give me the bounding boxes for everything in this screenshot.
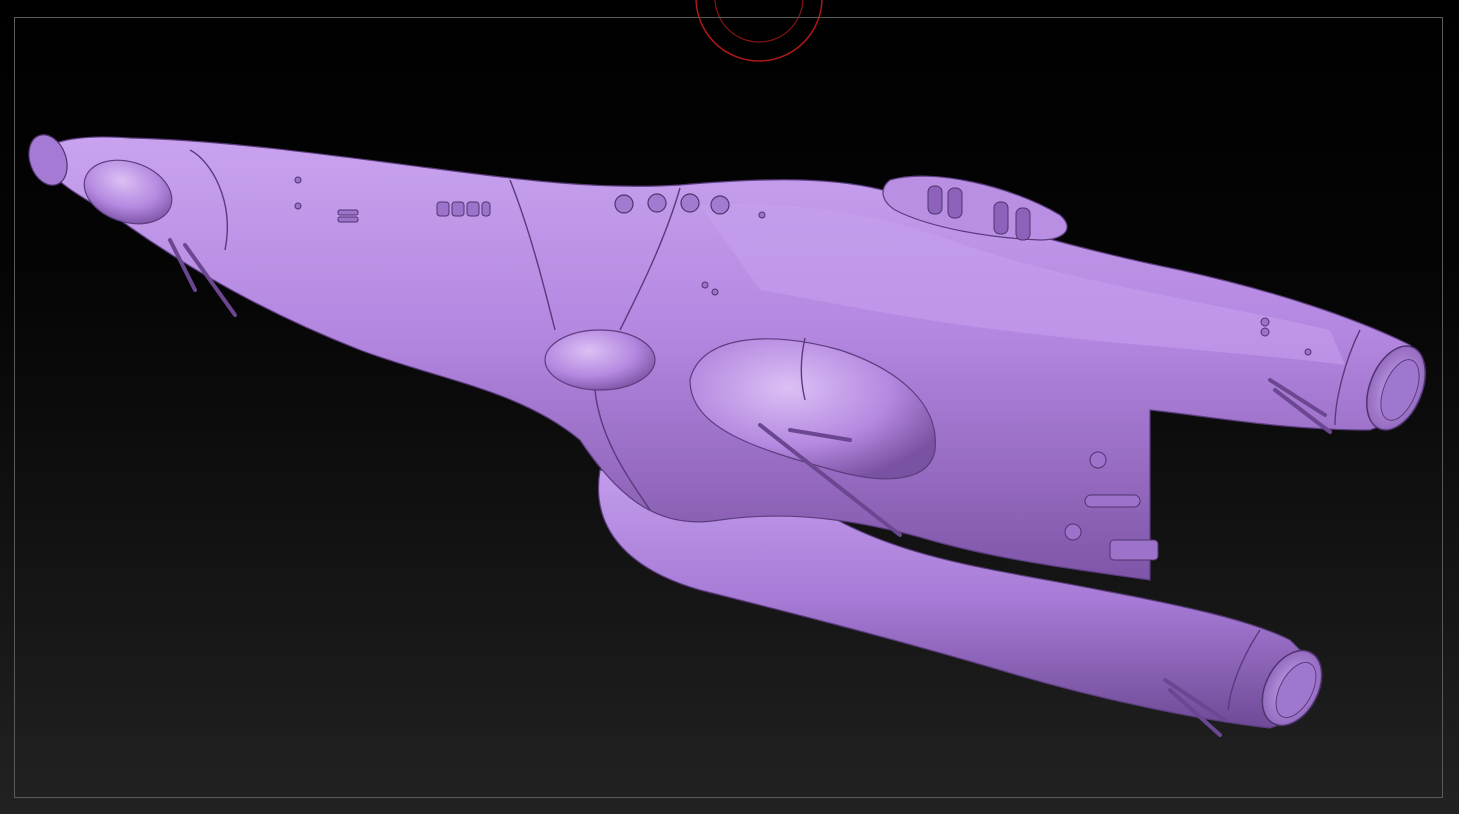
- mid-blister: [544, 329, 656, 391]
- sculpt-model[interactable]: [0, 0, 1459, 814]
- 3d-viewport[interactable]: [0, 0, 1459, 814]
